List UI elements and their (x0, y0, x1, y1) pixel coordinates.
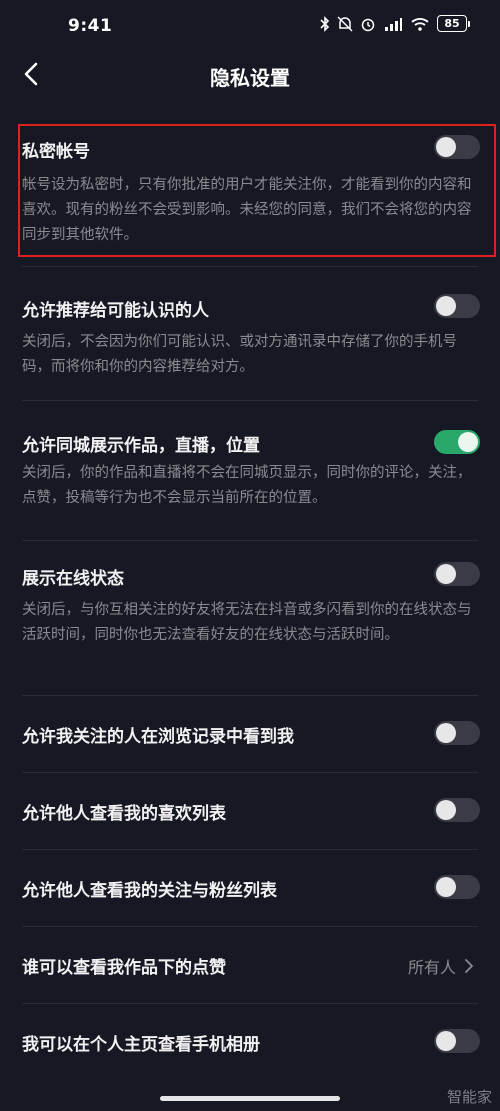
bluetooth-icon (320, 15, 330, 32)
divider (22, 926, 478, 927)
phone-album-toggle[interactable] (434, 1029, 480, 1053)
browsing-history-toggle[interactable] (434, 721, 480, 745)
divider (22, 540, 478, 541)
setting-description: 关闭后，你的作品和直播将不会在同城页显示，同时你的评论，关注，点赞，投稿等行为也… (22, 465, 472, 506)
status-icons: 85 (320, 15, 470, 32)
setting-title: 谁可以查看我作品下的点赞 (22, 958, 226, 978)
follow-fans-toggle[interactable] (434, 875, 480, 899)
setting-description: 关闭后，不会因为你们可能认识、或对方通讯录中存储了你的手机号码，而将你和你的内容… (22, 334, 457, 375)
setting-title: 允许他人查看我的喜欢列表 (22, 804, 226, 824)
mute-icon (337, 15, 353, 32)
likes-list-toggle[interactable] (434, 798, 480, 822)
setting-value[interactable]: 所有人 (408, 954, 474, 978)
setting-title: 我可以在个人主页查看手机相册 (22, 1035, 260, 1055)
setting-title: 允许同城展示作品，直播，位置 (22, 436, 260, 456)
battery-level: 85 (437, 15, 467, 32)
divider (22, 400, 478, 401)
divider (22, 849, 478, 850)
battery-icon: 85 (437, 15, 470, 32)
divider (22, 1003, 478, 1004)
setting-title: 允许我关注的人在浏览记录中看到我 (22, 727, 294, 747)
setting-title: 允许推荐给可能认识的人 (22, 301, 209, 321)
recommend-toggle[interactable] (434, 294, 480, 318)
watermark: 智能家 (446, 1088, 492, 1106)
home-indicator[interactable] (160, 1096, 340, 1101)
wifi-icon (411, 17, 429, 31)
status-bar: 9:41 85 (0, 0, 500, 52)
hd-signal-icon (385, 17, 402, 31)
setting-description: 关闭后，与你互相关注的好友将无法在抖音或多闪看到你的在线状态与活跃时间，同时你也… (22, 602, 472, 643)
page-title: 隐私设置 (210, 66, 290, 90)
setting-title: 展示在线状态 (22, 569, 124, 589)
divider (22, 772, 478, 773)
nav-bar: 隐私设置 (0, 52, 500, 100)
alarm-icon (361, 18, 375, 31)
divider (22, 695, 478, 696)
private-account-toggle[interactable] (434, 135, 480, 159)
setting-title: 允许他人查看我的关注与粉丝列表 (22, 881, 277, 901)
nearby-display-toggle[interactable] (434, 430, 480, 454)
setting-title: 私密帐号 (22, 142, 90, 162)
divider (22, 266, 478, 267)
status-time: 9:41 (68, 16, 113, 36)
chevron-right-icon (465, 959, 473, 973)
setting-value-text: 所有人 (407, 958, 456, 977)
setting-description: 帐号设为私密时，只有你批准的用户才能关注你，才能看到你的内容和喜欢。现有的粉丝不… (22, 177, 472, 243)
online-status-toggle[interactable] (434, 562, 480, 586)
